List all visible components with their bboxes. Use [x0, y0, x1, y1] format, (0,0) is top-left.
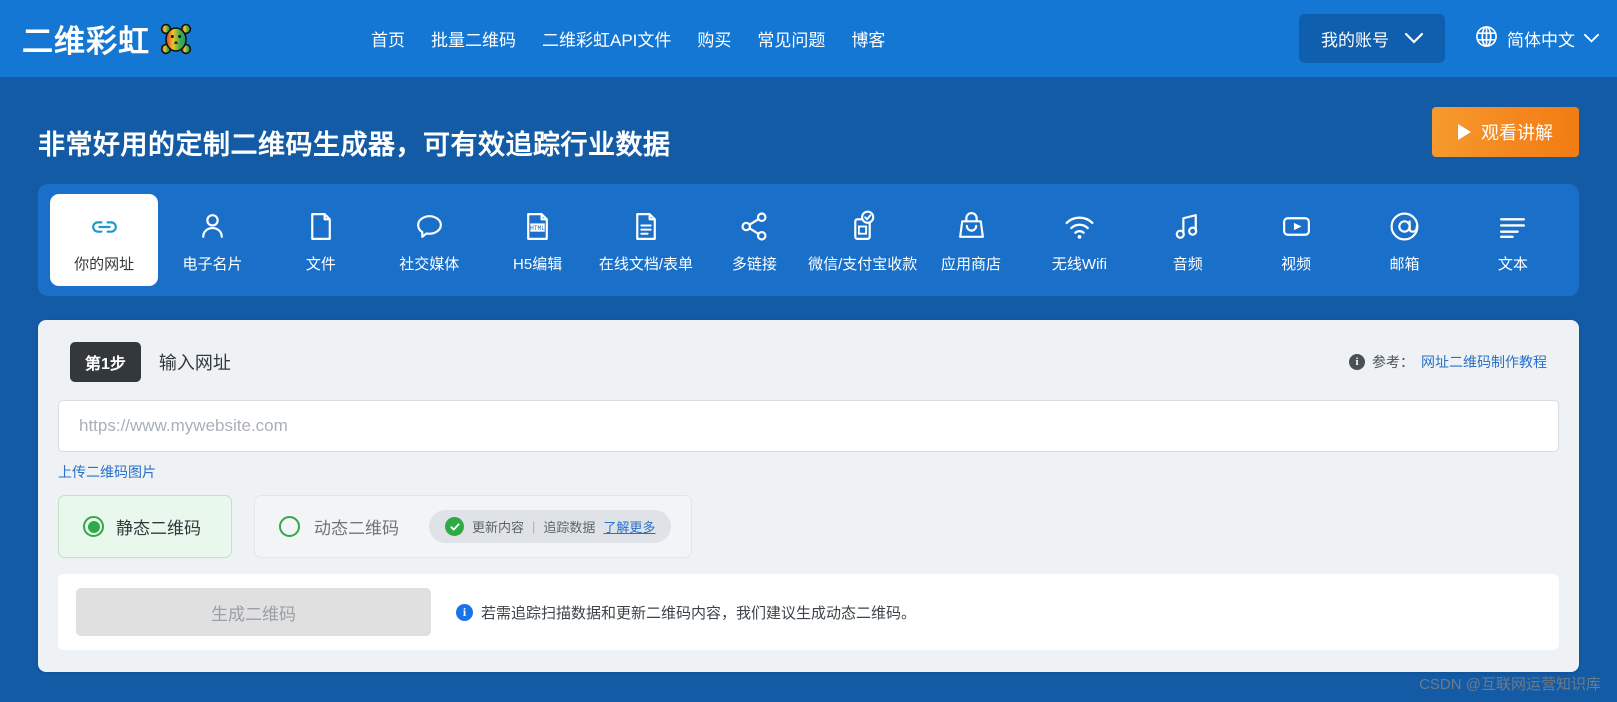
- learn-more-link[interactable]: 了解更多: [603, 517, 655, 536]
- tab-label: 社交媒体: [399, 256, 460, 273]
- tab-label: 微信/支付宝收款: [808, 256, 918, 273]
- hero-section: 非常好用的定制二维码生成器，可有效追踪行业数据 观看讲解: [0, 77, 1617, 162]
- video-play-icon: [1280, 208, 1313, 244]
- tab-label: 无线Wifi: [1051, 256, 1107, 273]
- tab-business-card[interactable]: 电子名片: [158, 194, 266, 286]
- upload-qr-image-link[interactable]: 上传二维码图片: [58, 462, 156, 482]
- tab-label: 多链接: [731, 256, 777, 273]
- static-qr-label: 静态二维码: [116, 519, 201, 538]
- my-account-label: 我的账号: [1321, 31, 1389, 50]
- svg-text:HTML: HTML: [530, 225, 545, 232]
- qr-type-tabs: 你的网址 电子名片 文件 社交媒体 HTML H5编辑 在线文档/表单 多链接 …: [38, 184, 1579, 296]
- logo[interactable]: 二维彩虹: [22, 16, 193, 61]
- html-file-icon: HTML: [521, 208, 554, 244]
- tab-file[interactable]: 文件: [267, 194, 375, 286]
- nav-item-faq[interactable]: 常见问题: [757, 26, 825, 51]
- tab-label: 邮箱: [1389, 256, 1420, 273]
- tab-label: 文本: [1497, 256, 1528, 273]
- tab-label: H5编辑: [513, 256, 563, 273]
- payment-qr-check-icon: [846, 208, 879, 244]
- file-icon: [304, 208, 337, 244]
- info-icon: i: [456, 603, 473, 621]
- check-circle-icon: [445, 517, 464, 536]
- tab-label: 应用商店: [941, 256, 1002, 273]
- tab-audio[interactable]: 音频: [1134, 194, 1242, 286]
- nav-item-home[interactable]: 首页: [371, 26, 405, 51]
- logo-text: 二维彩虹: [22, 24, 150, 59]
- language-label: 简体中文: [1507, 31, 1575, 50]
- globe-icon: [1475, 25, 1498, 53]
- tab-wifi[interactable]: 无线Wifi: [1025, 194, 1133, 286]
- main-nav: 首页 批量二维码 二维彩虹API文件 购买 常见问题 博客: [371, 26, 885, 51]
- watch-tutorial-button[interactable]: 观看讲解: [1432, 107, 1579, 157]
- tab-social-media[interactable]: 社交媒体: [375, 194, 483, 286]
- radio-unselected-icon: [279, 516, 300, 537]
- nav-item-blog[interactable]: 博客: [851, 26, 885, 51]
- language-selector[interactable]: 简体中文: [1475, 25, 1599, 53]
- text-lines-icon: [1496, 208, 1529, 244]
- step-one-card: 第1步 输入网址 i 参考： 网址二维码制作教程 上传二维码图片 静态二维码 动…: [38, 320, 1579, 672]
- tab-video[interactable]: 视频: [1242, 194, 1350, 286]
- qr-mode-group: 静态二维码 动态二维码 更新内容 | 追踪数据 了解更多: [58, 495, 1559, 558]
- rainbow-bear-icon: [159, 22, 193, 56]
- tab-label: 文件: [305, 256, 336, 273]
- link-icon: [88, 208, 121, 244]
- radio-selected-icon: [83, 516, 104, 537]
- tab-wechat-alipay-payment[interactable]: 微信/支付宝收款: [808, 194, 918, 286]
- reference-link[interactable]: 网址二维码制作教程: [1421, 352, 1547, 372]
- watch-tutorial-label: 观看讲解: [1481, 123, 1553, 143]
- url-input[interactable]: [58, 400, 1559, 452]
- tab-your-url[interactable]: 你的网址: [50, 194, 159, 286]
- badge-update-content: 更新内容: [472, 520, 525, 535]
- nav-item-api-docs[interactable]: 二维彩虹API文件: [542, 26, 671, 51]
- play-icon: [1458, 124, 1471, 140]
- tab-online-doc-form[interactable]: 在线文档/表单: [592, 194, 700, 286]
- tab-label: 音频: [1172, 256, 1203, 273]
- step-title: 输入网址: [158, 353, 231, 373]
- reference-area: i 参考： 网址二维码制作教程: [1349, 352, 1547, 372]
- generate-row: 生成二维码 i 若需追踪扫描数据和更新二维码内容，我们建议生成动态二维码。: [58, 574, 1559, 650]
- tab-label: 在线文档/表单: [598, 256, 694, 273]
- header-right: 我的账号 简体中文: [1299, 14, 1599, 63]
- person-icon: [196, 208, 229, 244]
- chevron-down-icon: [1584, 34, 1599, 43]
- generate-qr-button[interactable]: 生成二维码: [76, 588, 431, 636]
- dynamic-qr-label: 动态二维码: [314, 519, 399, 538]
- watermark: CSDN @互联网运营知识库: [1419, 676, 1601, 693]
- static-qr-option[interactable]: 静态二维码: [58, 495, 232, 558]
- badge-separator: |: [532, 519, 536, 534]
- badge-track-data: 追踪数据: [543, 520, 596, 535]
- tab-label: 视频: [1281, 256, 1312, 273]
- generate-note: i 若需追踪扫描数据和更新二维码内容，我们建议生成动态二维码。: [456, 602, 916, 623]
- tab-multi-link[interactable]: 多链接: [700, 194, 808, 286]
- generate-note-text: 若需追踪扫描数据和更新二维码内容，我们建议生成动态二维码。: [481, 604, 917, 622]
- my-account-button[interactable]: 我的账号: [1299, 14, 1445, 63]
- site-header: 二维彩虹 首页 批量二维码 二维彩虹API文件 购买 常见问题 博客 我的账号 …: [0, 0, 1617, 77]
- at-sign-icon: [1388, 208, 1421, 244]
- music-note-icon: [1171, 208, 1204, 244]
- step-header: 第1步 输入网址 i 参考： 网址二维码制作教程: [58, 338, 1559, 382]
- tab-app-store[interactable]: 应用商店: [917, 194, 1025, 286]
- page-title: 非常好用的定制二维码生成器，可有效追踪行业数据: [38, 130, 671, 160]
- tab-email[interactable]: 邮箱: [1350, 194, 1458, 286]
- info-icon: i: [1349, 354, 1365, 370]
- wifi-icon: [1063, 208, 1096, 244]
- dynamic-qr-features-badge: 更新内容 | 追踪数据 了解更多: [429, 510, 672, 543]
- chevron-down-icon: [1405, 33, 1423, 44]
- tab-text[interactable]: 文本: [1459, 194, 1567, 286]
- tab-h5-editor[interactable]: HTML H5编辑: [483, 194, 591, 286]
- share-icon: [738, 208, 771, 244]
- speech-bubble-icon: [413, 208, 446, 244]
- step-badge: 第1步: [70, 342, 141, 382]
- shopping-bag-icon: [955, 208, 988, 244]
- nav-item-purchase[interactable]: 购买: [697, 26, 731, 51]
- dynamic-qr-option[interactable]: 动态二维码 更新内容 | 追踪数据 了解更多: [254, 495, 693, 558]
- tab-label: 你的网址: [74, 256, 135, 273]
- reference-label: 参考：: [1372, 354, 1414, 370]
- nav-item-bulk-qr[interactable]: 批量二维码: [431, 26, 516, 51]
- document-lines-icon: [629, 208, 662, 244]
- tab-label: 电子名片: [182, 256, 243, 273]
